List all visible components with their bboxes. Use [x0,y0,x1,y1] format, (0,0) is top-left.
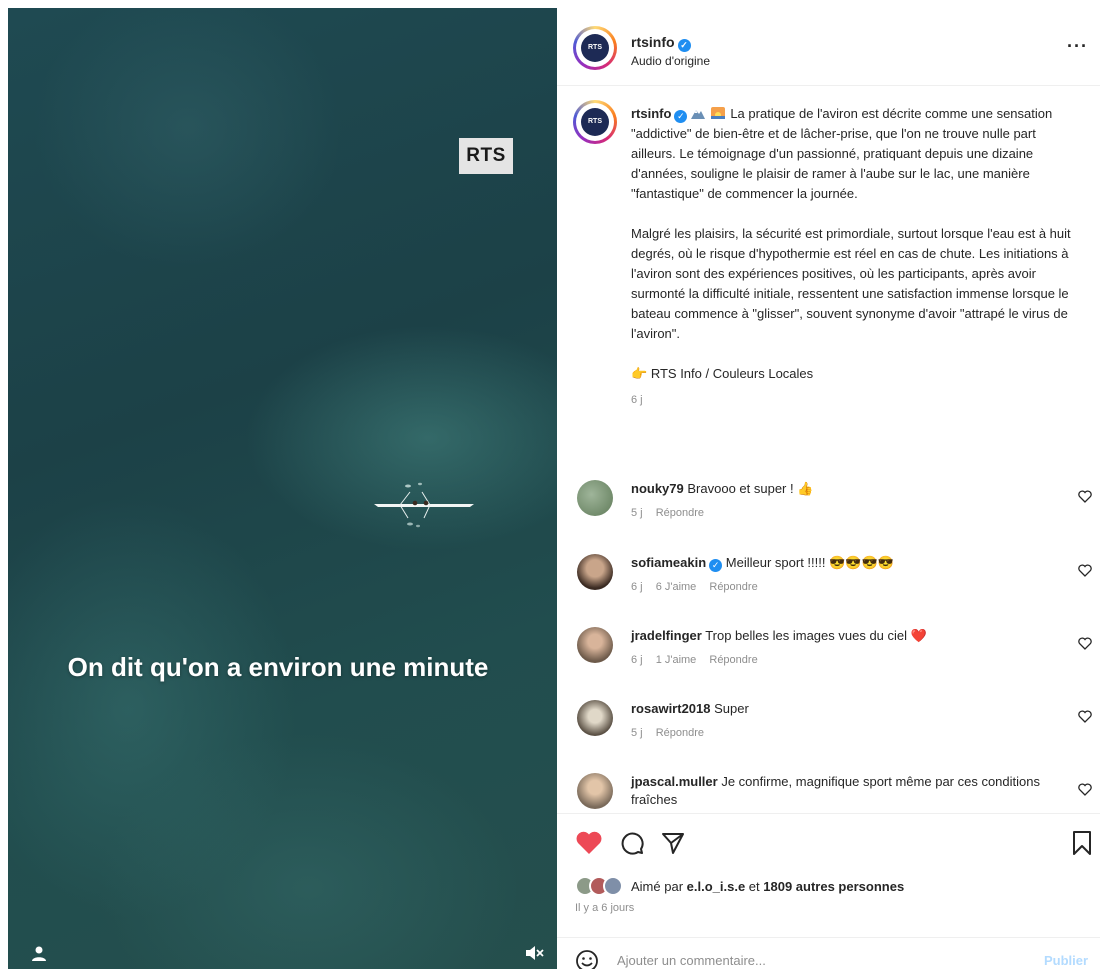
sunrise-emoji-icon [710,107,725,119]
comment-text: Meilleur sport !!!!! 😎😎😎😎 [725,555,894,570]
comment-username[interactable]: jradelfinger [631,628,702,643]
video-player[interactable]: RTS On dit qu'on a environ une minute [8,8,557,969]
reply-button[interactable]: Répondre [709,654,757,666]
liked-by-count[interactable]: 1809 autres personnes [763,879,904,894]
bookmark-icon[interactable] [1072,830,1092,856]
comment-time: 6 j [631,654,643,666]
comment-username[interactable]: sofiameakin [631,555,706,570]
reply-button[interactable]: Répondre [656,727,704,739]
comment-like-icon[interactable] [1078,564,1092,577]
audio-link[interactable]: Audio d'origine [631,54,710,68]
post-author-username[interactable]: rtsinfo [631,34,675,50]
liked-by-prefix: Aimé par [631,879,687,894]
mountain-emoji-icon [691,110,706,119]
comment-like-icon[interactable] [1078,490,1092,503]
verified-badge-icon: ✓ [674,110,688,123]
comment-likes[interactable]: 1 J'aime [656,654,697,666]
reply-button[interactable]: Répondre [656,507,704,519]
post-side-panel: RTS rtsinfo ✓ Audio d'origine ··· RTS rts… [557,8,1100,969]
caption-paragraph-1: La pratique de l'aviron est décrite comm… [631,106,1053,201]
comment-text: Trop belles les images vues du ciel ❤️ [705,628,927,643]
pointing-hand-icon: 👉 [631,366,648,381]
comment-time: 5 j [631,727,643,739]
comment-like-icon[interactable] [1078,783,1092,796]
avatar-label: RTS [581,108,609,136]
comment-avatar[interactable] [577,773,613,809]
caption-source: RTS Info / Couleurs Locales [650,366,814,381]
comment-text: Super [714,701,749,716]
avatar-label: RTS [581,34,609,62]
comment-item: nouky79 Bravooo et super ! 👍 5 j Répondr… [557,478,1100,542]
avatar[interactable]: RTS [573,26,617,70]
post-header: RTS rtsinfo ✓ Audio d'origine ··· [557,8,1100,86]
comment-input[interactable] [617,947,1017,969]
liker-avatars [575,876,627,896]
like-heart-icon[interactable] [575,830,603,856]
rts-logo: RTS [459,138,513,174]
reply-button[interactable]: Répondre [709,581,757,593]
caption-paragraph-2: Malgré les plaisirs, la sécurité est pri… [631,226,1071,341]
comment-composer: Publier [557,937,1100,969]
comment-item: rosawirt2018 Super 5 j Répondre [557,698,1100,762]
verified-badge-icon: ✓ [709,559,723,572]
comment-username[interactable]: rosawirt2018 [631,701,711,716]
share-icon[interactable] [661,831,685,855]
post-actions: Aimé par e.l.o_i.s.e et 1809 autres pers… [557,813,1100,969]
mute-icon[interactable] [524,944,544,962]
comment-text: Bravooo et super ! 👍 [687,481,814,496]
comment-avatar[interactable] [577,480,613,516]
comment-avatar[interactable] [577,554,613,590]
comment-username[interactable]: jpascal.muller [631,774,718,789]
comment-time: 6 j [631,581,643,593]
more-options-button[interactable]: ··· [1067,36,1088,57]
liked-by-middle: et [745,879,764,894]
comment-time: 5 j [631,507,643,519]
liked-by-username[interactable]: e.l.o_i.s.e [687,879,746,894]
comment-avatar[interactable] [577,627,613,663]
likes-summary: Aimé par e.l.o_i.s.e et 1809 autres pers… [575,876,904,896]
emoji-icon[interactable] [575,949,599,969]
publish-button[interactable]: Publier [1044,953,1088,968]
avatar[interactable]: RTS [573,100,617,144]
post-date: Il y a 6 jours [575,902,635,914]
caption-username[interactable]: rtsinfo [631,106,671,121]
rowing-boat [374,482,474,528]
comment-avatar[interactable] [577,700,613,736]
user-icon[interactable] [30,944,48,962]
caption-timestamp: 6 j [631,394,643,406]
comment-like-icon[interactable] [1078,637,1092,650]
comment-likes[interactable]: 6 J'aime [656,581,697,593]
comment-item: sofiameakin ✓ Meilleur sport !!!!! 😎😎😎😎 6… [557,552,1100,616]
comment-icon[interactable] [619,830,645,856]
comment-username[interactable]: nouky79 [631,481,684,496]
comment-item: jradelfinger Trop belles les images vues… [557,625,1100,689]
video-caption: On dit qu'on a environ une minute [67,652,489,682]
comment-like-icon[interactable] [1078,710,1092,723]
verified-badge-icon: ✓ [677,39,691,52]
comment-item: jpascal.muller Je confirme, magnifique s… [557,771,1100,813]
